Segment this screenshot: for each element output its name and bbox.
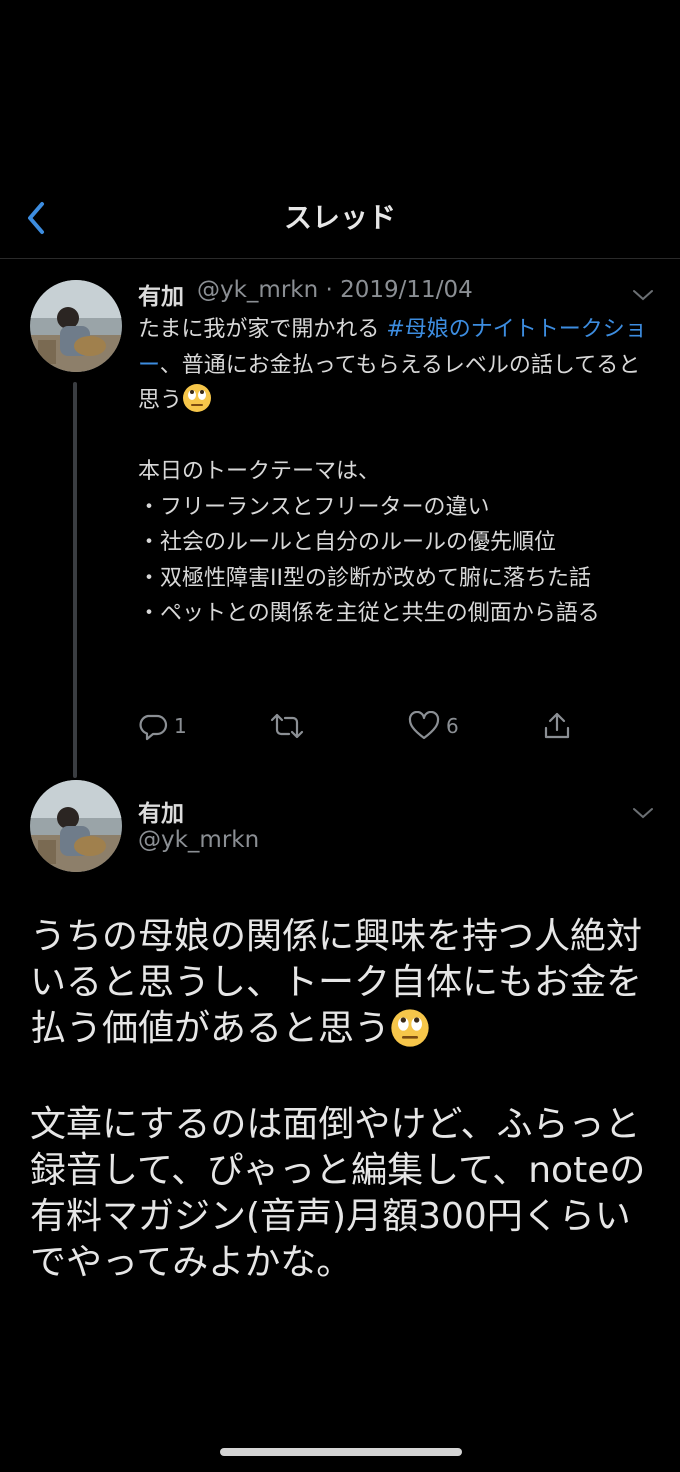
avatar-photo — [30, 780, 122, 872]
reply-icon — [139, 714, 168, 741]
share-icon — [544, 712, 570, 739]
home-indicator[interactable] — [220, 1448, 462, 1456]
avatar-photo — [30, 280, 122, 372]
tweet-text-continuation: 、普通にお金払ってもらえるレベルの話してると思う — [138, 352, 641, 414]
tweet-text-intro: たまに我が家で開かれる — [138, 317, 387, 342]
share-button[interactable] — [542, 708, 572, 744]
retweet-icon — [270, 713, 304, 739]
thread-connector-line — [73, 382, 77, 778]
reply-button[interactable]: 1 — [138, 708, 187, 744]
meta-separator: · — [318, 277, 341, 303]
caret-down-icon[interactable] — [632, 806, 654, 820]
tweet-author-name[interactable]: 有加 — [138, 277, 184, 311]
like-icon — [408, 711, 440, 740]
avatar[interactable] — [30, 780, 122, 872]
tweet-actions: 1 6 — [138, 708, 658, 744]
face-with-rolling-eyes-emoji — [183, 384, 212, 412]
caret-down-icon[interactable] — [632, 288, 654, 302]
tweet-author-name[interactable]: 有加 — [138, 794, 184, 828]
thread-header: スレッド — [0, 182, 680, 259]
main-tweet-text: うちの母娘の関係に興味を持つ人絶対いると思うし、トーク自体にもお金を払う価値があ… — [30, 916, 643, 1049]
main-tweet-paragraph: うちの母娘の関係に興味を持つ人絶対いると思うし、トーク自体にもお金を払う価値があ… — [30, 914, 650, 1052]
reply-count: 1 — [174, 714, 187, 738]
like-button[interactable]: 6 — [408, 708, 459, 744]
like-count: 6 — [446, 714, 459, 738]
tweet-body-list: 本日のトークテーマは、 ・フリーランスとフリーターの違い ・社会のルールと自分の… — [138, 459, 600, 626]
face-with-rolling-eyes-emoji — [391, 1009, 429, 1047]
main-tweet-paragraph-2: 文章にするのは面倒やけど、ふらっと録音して、ぴゃっと編集して、noteの有料マガ… — [30, 1104, 646, 1283]
tweet-date: 2019/11/04 — [340, 277, 473, 303]
tweet-author-handle[interactable]: @yk_mrkn — [138, 827, 259, 853]
page-title: スレッド — [283, 201, 396, 234]
tweet-author-handle: @yk_mrkn — [197, 277, 319, 303]
tweet-text: たまに我が家で開かれる #母娘のナイトトークショー、普通にお金払ってもらえるレベ… — [138, 312, 658, 632]
avatar[interactable] — [30, 280, 122, 372]
tweet-author-meta[interactable]: @yk_mrkn · 2019/11/04 — [197, 277, 473, 303]
retweet-button[interactable] — [270, 708, 304, 744]
